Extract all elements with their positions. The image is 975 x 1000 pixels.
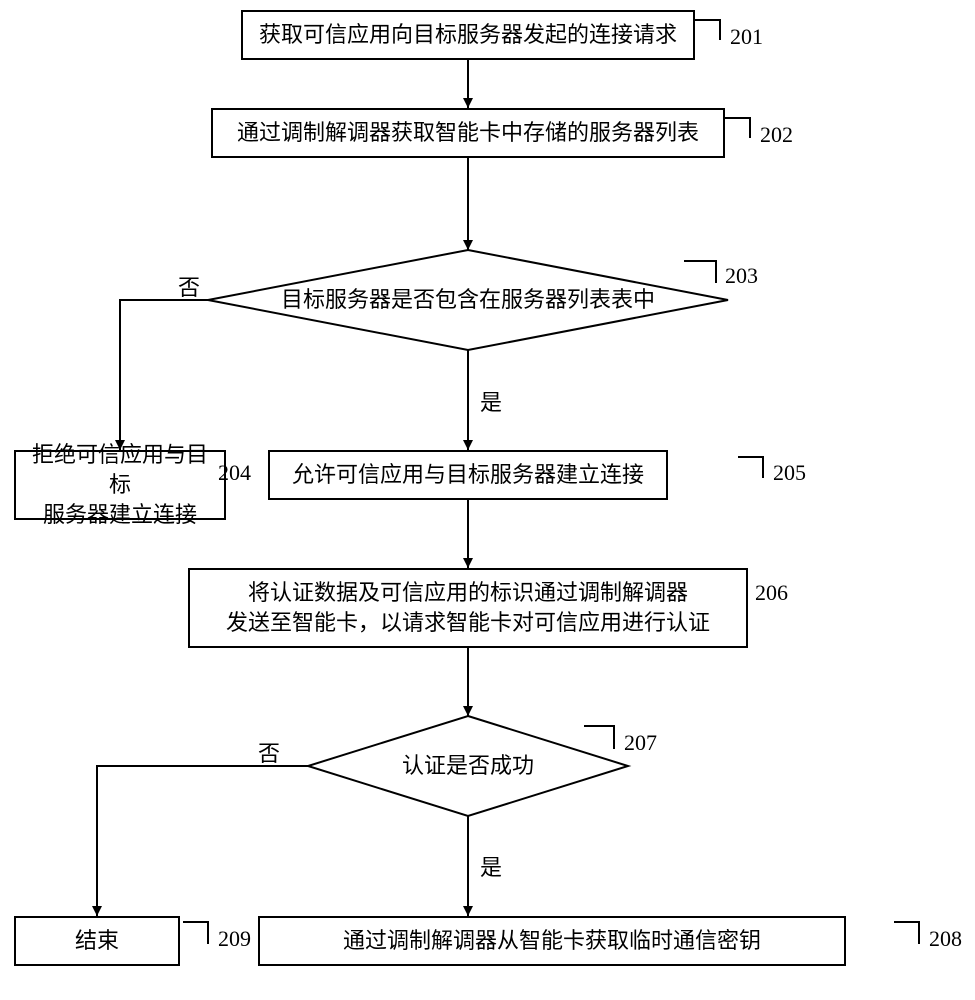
node-204-text: 拒绝可信应用与目标 服务器建立连接 xyxy=(24,440,216,529)
label-206: 206 xyxy=(755,580,788,606)
label-209: 209 xyxy=(218,926,251,952)
label-202: 202 xyxy=(760,122,793,148)
edge-207-yes: 是 xyxy=(480,850,502,882)
label-207: 207 xyxy=(624,730,657,756)
label-208: 208 xyxy=(929,926,962,952)
node-201-text: 获取可信应用向目标服务器发起的连接请求 xyxy=(259,20,677,50)
node-207: 认证是否成功 xyxy=(368,750,568,782)
node-202-text: 通过调制解调器获取智能卡中存储的服务器列表 xyxy=(237,118,699,148)
label-204: 204 xyxy=(218,460,251,486)
node-206: 将认证数据及可信应用的标识通过调制解调器 发送至智能卡，以请求智能卡对可信应用进… xyxy=(188,568,748,648)
node-207-text: 认证是否成功 xyxy=(402,751,534,781)
edge-203-yes: 是 xyxy=(480,385,502,417)
node-204: 拒绝可信应用与目标 服务器建立连接 xyxy=(14,450,226,520)
node-201: 获取可信应用向目标服务器发起的连接请求 xyxy=(241,10,695,60)
label-203: 203 xyxy=(725,263,758,289)
node-205: 允许可信应用与目标服务器建立连接 xyxy=(268,450,668,500)
node-208-text: 通过调制解调器从智能卡获取临时通信密钥 xyxy=(343,926,761,956)
flowchart: 获取可信应用向目标服务器发起的连接请求 201 通过调制解调器获取智能卡中存储的… xyxy=(0,0,975,1000)
node-209-text: 结束 xyxy=(75,926,119,956)
node-202: 通过调制解调器获取智能卡中存储的服务器列表 xyxy=(211,108,725,158)
node-205-text: 允许可信应用与目标服务器建立连接 xyxy=(292,460,644,490)
label-205: 205 xyxy=(773,460,806,486)
edge-203-no: 否 xyxy=(178,270,200,302)
node-206-text: 将认证数据及可信应用的标识通过调制解调器 发送至智能卡，以请求智能卡对可信应用进… xyxy=(226,578,710,637)
node-209: 结束 xyxy=(14,916,180,966)
edge-207-no: 否 xyxy=(258,736,280,768)
node-203: 目标服务器是否包含在服务器列表表中 xyxy=(253,276,683,324)
node-203-text: 目标服务器是否包含在服务器列表表中 xyxy=(281,285,655,315)
node-208: 通过调制解调器从智能卡获取临时通信密钥 xyxy=(258,916,846,966)
label-201: 201 xyxy=(730,24,763,50)
